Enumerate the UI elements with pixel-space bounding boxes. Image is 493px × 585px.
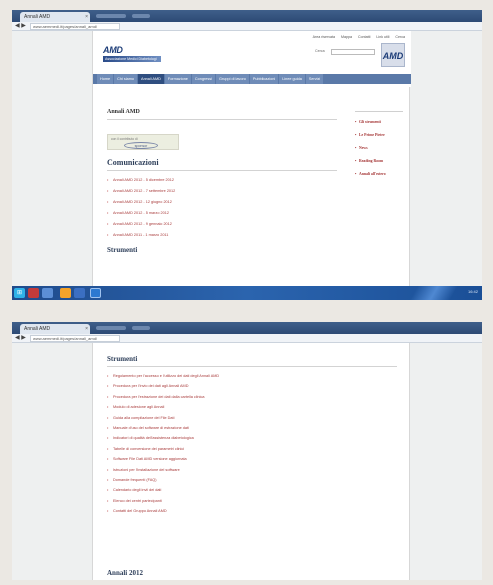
list-item[interactable]: Contatti del Gruppo Annali AMD: [107, 508, 397, 514]
taskbar-app-icon[interactable]: [28, 288, 39, 298]
list-item[interactable]: Tabelle di conversione dei parametri cli…: [107, 446, 397, 452]
browser-window-top: Annali AMD × ◀ ▶ www.aemmedi.it/pages/an…: [12, 10, 482, 300]
taskbar-glare: [409, 286, 459, 300]
sidebar-item[interactable]: Gli strumenti: [355, 120, 405, 125]
list-item[interactable]: Annali AMD 2012 - 5 dicembre 2012: [107, 177, 337, 183]
menu-item-annali[interactable]: Annali AMD: [138, 74, 164, 84]
list-item[interactable]: Procedura per l'estrazione dei dati dall…: [107, 394, 397, 400]
close-icon[interactable]: ×: [85, 324, 88, 334]
search-input[interactable]: [331, 49, 375, 55]
address-bar: ◀ ▶ www.aemmedi.it/pages/annali_amd/: [12, 22, 482, 31]
browser-window-bottom: Annali AMD × ◀ ▶ www.aemmedi.it/pages/an…: [12, 322, 482, 580]
tab-placeholder: [96, 326, 126, 330]
toplink[interactable]: Area riservata: [313, 35, 335, 39]
list-item[interactable]: Annali AMD 2012 - 9 gennaio 2012: [107, 221, 337, 227]
toplink[interactable]: Link utili: [376, 35, 389, 39]
list-item[interactable]: Regolamento per l'accesso e l'utilizzo d…: [107, 373, 397, 379]
menu-item-congressi[interactable]: Congressi: [191, 74, 216, 84]
menu-item-linee-guida[interactable]: Linee guida: [279, 74, 305, 84]
divider: [107, 170, 337, 171]
menu-item-formazione[interactable]: Formazione: [164, 74, 191, 84]
list-item[interactable]: Guida alla compilazione del File Dati: [107, 415, 397, 421]
logo-badge: AMD: [381, 43, 405, 67]
back-forward-icon[interactable]: ◀ ▶: [15, 335, 26, 342]
sidebar-item[interactable]: Reading Room: [355, 159, 405, 164]
tab-title: Annali AMD: [24, 326, 51, 332]
section-title: Strumenti: [107, 246, 138, 254]
list-item[interactable]: Elenco dei centri partecipanti: [107, 498, 397, 504]
close-icon[interactable]: ×: [85, 12, 88, 22]
photo-background: Annali AMD × ◀ ▶ www.aemmedi.it/pages/an…: [0, 0, 493, 585]
list-item[interactable]: Software File Dati AMD versione aggiorna…: [107, 456, 397, 462]
main-content: Strumenti Regolamento per l'accesso e l'…: [107, 347, 397, 518]
toplink[interactable]: Mappa: [341, 35, 352, 39]
taskbar: ⊞ 16:42: [12, 286, 482, 300]
start-button[interactable]: ⊞: [14, 288, 25, 298]
list-item[interactable]: Annali AMD 2012 - 5 marzo 2012: [107, 210, 337, 216]
tab-placeholder: [96, 14, 126, 18]
sponsor-logo: sponsor: [124, 142, 158, 149]
divider: [107, 366, 397, 367]
main-menu: Home Chi siamo Annali AMD Formazione Con…: [93, 74, 411, 84]
site-header: Area riservata Mappa Contatti Link utili…: [93, 31, 411, 87]
menu-item-servizi[interactable]: Servizi: [305, 74, 324, 84]
web-page: Strumenti Regolamento per l'accesso e l'…: [92, 343, 410, 580]
address-bar: ◀ ▶ www.aemmedi.it/pages/annali_amd/: [12, 334, 482, 343]
list-item[interactable]: Domande frequenti (FAQ): [107, 477, 397, 483]
list-item[interactable]: Modulo di adesione agli Annali: [107, 404, 397, 410]
tab-bar: Annali AMD ×: [12, 322, 482, 334]
toplink[interactable]: Contatti: [358, 35, 370, 39]
taskbar-app-icon[interactable]: [90, 288, 101, 298]
logo-subtitle: Associazione Medici Diabetologi: [103, 56, 161, 62]
taskbar-app-icon[interactable]: [74, 288, 85, 298]
search-label: Cerca: [315, 49, 325, 53]
list-item[interactable]: Manuale d'uso del software di estrazione…: [107, 425, 397, 431]
tab-placeholder: [132, 14, 150, 18]
list-item[interactable]: Calendario degli invii dei dati: [107, 487, 397, 493]
sidebar-list: Gli strumenti Le Prime Pietre News Readi…: [355, 120, 405, 177]
url-field[interactable]: www.aemmedi.it/pages/annali_amd/: [30, 23, 120, 30]
tools-list: Regolamento per l'accesso e l'utilizzo d…: [107, 373, 397, 514]
sponsor-box[interactable]: con il contributo di sponsor: [107, 134, 179, 150]
list-item[interactable]: Annali AMD 2012 - 7 settembre 2012: [107, 188, 337, 194]
sidebar-item[interactable]: Annali all'estero: [355, 172, 405, 177]
browser-tab[interactable]: Annali AMD ×: [20, 12, 90, 22]
sponsor-caption: con il contributo di: [111, 137, 138, 141]
tab-title: Annali AMD: [24, 14, 51, 20]
toplink[interactable]: Cerca: [395, 35, 405, 39]
sidebar-item[interactable]: News: [355, 146, 405, 151]
taskbar-app-icon[interactable]: [42, 288, 53, 298]
menu-item-pubblicazioni[interactable]: Pubblicazioni: [249, 74, 279, 84]
browser-tab[interactable]: Annali AMD ×: [20, 324, 90, 334]
tab-bar: Annali AMD ×: [12, 10, 482, 22]
back-forward-icon[interactable]: ◀ ▶: [15, 23, 26, 30]
main-content: Annali AMD con il contributo di sponsor …: [107, 91, 337, 254]
web-page: Area riservata Mappa Contatti Link utili…: [92, 31, 411, 286]
browser-app-icon[interactable]: [60, 288, 71, 298]
list-item[interactable]: Annali AMD 2011 - 1 marzo 2011: [107, 232, 337, 238]
list-item[interactable]: Istruzioni per l'installazione del softw…: [107, 467, 397, 473]
section-title: Comunicazioni: [107, 158, 159, 167]
list-item[interactable]: Procedura per l'invio dei dati agli Anna…: [107, 383, 397, 389]
list-item[interactable]: Annali AMD 2012 - 12 giugno 2012: [107, 199, 337, 205]
logo-text: AMD: [103, 45, 123, 55]
tab-placeholder: [132, 326, 150, 330]
divider: [107, 119, 337, 120]
sidebar-item[interactable]: Le Prime Pietre: [355, 133, 405, 138]
menu-item-gruppi[interactable]: Gruppi di lavoro: [216, 74, 249, 84]
communications-list: Annali AMD 2012 - 5 dicembre 2012 Annali…: [107, 177, 337, 238]
top-links: Area riservata Mappa Contatti Link utili…: [313, 35, 405, 39]
sidebar: Gli strumenti Le Prime Pietre News Readi…: [355, 91, 405, 185]
site-logo[interactable]: AMD Associazione Medici Diabetologi: [103, 45, 165, 67]
list-item[interactable]: Indicatori di qualità dell'assistenza di…: [107, 435, 397, 441]
section-title: Strumenti: [107, 355, 138, 363]
section-title: Annali 2012: [107, 569, 143, 577]
url-field[interactable]: www.aemmedi.it/pages/annali_amd/: [30, 335, 120, 342]
clock: 16:42: [467, 289, 478, 294]
divider: [355, 111, 403, 112]
menu-item-home[interactable]: Home: [97, 74, 114, 84]
menu-item-chi-siamo[interactable]: Chi siamo: [114, 74, 138, 84]
page-title: Annali AMD: [107, 109, 140, 115]
